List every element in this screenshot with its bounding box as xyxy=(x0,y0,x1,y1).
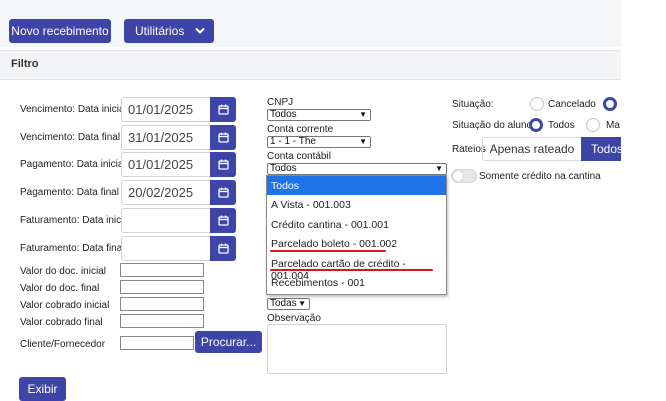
bank-account-label: Conta corrente xyxy=(267,124,334,135)
search-client-button[interactable]: Procurar... xyxy=(195,331,262,353)
new-receipt-button[interactable]: Novo recebimento xyxy=(9,19,111,43)
payment-date-end-input[interactable]: 20/02/2025 xyxy=(121,180,210,205)
student-status-all-label: Todos xyxy=(548,120,575,131)
billing-date-end-label: Faturamento: Data final xyxy=(20,243,125,254)
highlight-underline xyxy=(270,250,386,252)
billing-date-end-calendar-button[interactable] xyxy=(210,236,236,261)
billing-date-start-label: Faturamento: Data inicial xyxy=(20,215,132,226)
chevron-down-icon: ▼ xyxy=(435,164,443,173)
due-date-start-input[interactable]: 01/01/2025 xyxy=(121,97,210,122)
filter-title: Filtro xyxy=(11,58,39,70)
charged-value-end-input[interactable] xyxy=(120,314,204,328)
ledger-account-select[interactable]: Todos ▼ xyxy=(267,163,447,175)
tab-only-apportioned[interactable]: Apenas rateado xyxy=(483,138,581,160)
utilities-dropdown-button[interactable]: Utilitários xyxy=(124,19,214,43)
status-other-radio[interactable] xyxy=(603,97,617,111)
due-date-start-calendar-button[interactable] xyxy=(210,97,236,122)
chevron-down-icon: ▼ xyxy=(298,299,306,308)
observation-label: Observação xyxy=(267,313,321,324)
payment-date-start-input[interactable]: 01/01/2025 xyxy=(121,152,210,177)
bank-account-value: 1 - 1 - The xyxy=(270,136,316,147)
status-cancelled-radio[interactable] xyxy=(530,97,544,111)
utilities-label: Utilitários xyxy=(135,24,185,38)
dropdown-option[interactable]: Todos xyxy=(267,176,446,195)
due-date-end-calendar-button[interactable] xyxy=(210,125,236,150)
calendar-icon xyxy=(217,243,229,254)
calendar-icon xyxy=(217,104,229,115)
charged-value-start-input[interactable] xyxy=(120,297,204,311)
status-cancelled-label: Cancelado xyxy=(548,99,596,110)
ledger-account-label: Conta contábil xyxy=(267,151,331,162)
canteen-credit-toggle[interactable] xyxy=(451,169,477,183)
dropdown-option[interactable]: A Vista - 001.003 xyxy=(267,195,446,214)
rateios-label: Rateios xyxy=(452,144,486,155)
charged-value-end-label: Valor cobrado final xyxy=(20,317,103,328)
observation-textarea[interactable] xyxy=(267,324,447,374)
client-label: Cliente/Fornecedor xyxy=(20,339,106,350)
canteen-credit-label: Somente crédito na cantina xyxy=(479,171,601,182)
due-date-end-input[interactable]: 31/01/2025 xyxy=(121,125,210,150)
ledger-account-value: Todos xyxy=(270,163,297,174)
dropdown-option[interactable]: Crédito cantina - 001.001 xyxy=(267,215,446,234)
billing-date-end-input[interactable] xyxy=(121,236,210,261)
doc-value-end-label: Valor do doc. final xyxy=(20,283,100,294)
show-button[interactable]: Exibir xyxy=(19,377,66,401)
status-label: Situação: xyxy=(452,99,494,110)
cnpj-select[interactable]: Todos ▼ xyxy=(267,109,371,121)
billing-date-start-input[interactable] xyxy=(121,208,210,233)
todas-value: Todas xyxy=(270,298,297,309)
calendar-icon xyxy=(217,215,229,226)
doc-value-end-input[interactable] xyxy=(120,280,204,294)
highlight-underline xyxy=(270,269,433,271)
todas-select[interactable]: Todas ▼ xyxy=(267,298,310,310)
cnpj-value: Todos xyxy=(270,109,297,120)
calendar-icon xyxy=(217,159,229,170)
dropdown-option[interactable]: Recebimentos - 001 xyxy=(267,273,446,292)
cnpj-label: CNPJ xyxy=(267,97,294,108)
payment-date-end-label: Pagamento: Data final xyxy=(20,187,119,198)
toggle-knob xyxy=(453,171,463,181)
calendar-icon xyxy=(217,132,229,143)
calendar-icon xyxy=(217,187,229,198)
student-status-all-radio[interactable] xyxy=(529,118,543,132)
billing-date-start-calendar-button[interactable] xyxy=(210,208,236,233)
payment-date-end-calendar-button[interactable] xyxy=(210,180,236,205)
chevron-down-icon: ▼ xyxy=(359,137,367,146)
student-status-partial-radio[interactable] xyxy=(586,118,600,132)
tab-all[interactable]: Todos xyxy=(581,137,623,161)
bank-account-select[interactable]: 1 - 1 - The ▼ xyxy=(267,136,371,148)
doc-value-start-input[interactable] xyxy=(120,263,204,277)
due-date-end-label: Vencimento: Data final xyxy=(20,132,121,143)
chevron-down-icon: ▼ xyxy=(359,110,367,119)
payment-date-start-calendar-button[interactable] xyxy=(210,152,236,177)
student-status-label: Situação do aluno: xyxy=(452,120,535,131)
filter-header xyxy=(0,50,621,80)
student-status-partial-label: Ma xyxy=(606,120,620,131)
due-date-start-label: Vencimento: Data inicial xyxy=(20,104,127,115)
doc-value-start-label: Valor do doc. inicial xyxy=(20,266,106,277)
charged-value-start-label: Valor cobrado inicial xyxy=(20,300,110,311)
client-input[interactable] xyxy=(120,336,194,350)
chevron-down-icon xyxy=(195,27,205,34)
payment-date-start-label: Pagamento: Data inicial xyxy=(20,159,126,170)
ledger-account-dropdown: Todos A Vista - 001.003 Crédito cantina … xyxy=(266,175,447,295)
